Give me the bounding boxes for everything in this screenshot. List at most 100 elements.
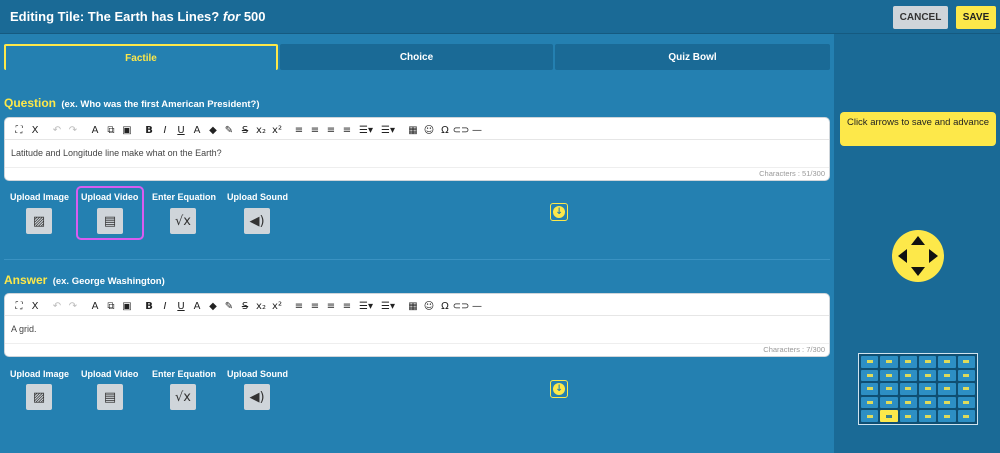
copy-icon[interactable]: ⧉ <box>103 123 119 137</box>
answer-upload-video[interactable]: Upload Video <box>81 369 138 379</box>
grid-tile[interactable] <box>957 410 975 422</box>
grid-tile[interactable] <box>899 356 917 368</box>
align-center-icon[interactable]: ≡ <box>307 299 323 313</box>
question-editor[interactable]: ⛶ Ⅹ ↶ ↷ A ⧉ ▣ B I U A ◆ ✎ S x₂ x² ≡ ≡ ≡ … <box>4 117 830 181</box>
underline-icon[interactable]: U <box>173 123 189 137</box>
superscript-icon[interactable]: x² <box>269 299 285 313</box>
bold-icon[interactable]: B <box>141 123 157 137</box>
spellcheck-icon[interactable]: A <box>87 123 103 137</box>
link-icon[interactable]: ⊂⊃ <box>453 299 470 313</box>
tab-choice[interactable]: Choice <box>280 44 553 70</box>
grid-tile-active[interactable] <box>880 410 898 422</box>
grid-tile[interactable] <box>919 369 937 382</box>
paste-icon[interactable]: ▣ <box>119 123 135 137</box>
grid-tile[interactable] <box>861 410 879 422</box>
table-icon[interactable]: ▦ <box>405 123 421 137</box>
answer-collapse-button[interactable]: ↓ <box>550 380 568 398</box>
clear-format-icon[interactable]: Ⅹ <box>27 299 43 313</box>
align-center-icon[interactable]: ≡ <box>307 123 323 137</box>
grid-tile[interactable] <box>919 410 937 422</box>
spellcheck-icon[interactable]: A <box>87 299 103 313</box>
special-char-icon[interactable]: Ω <box>437 299 453 313</box>
horizontal-rule-icon[interactable]: — <box>469 123 485 137</box>
superscript-icon[interactable]: x² <box>269 123 285 137</box>
clear-format-icon[interactable]: Ⅹ <box>27 123 43 137</box>
italic-icon[interactable]: I <box>157 299 173 313</box>
undo-icon[interactable]: ↶ <box>49 123 65 137</box>
horizontal-rule-icon[interactable]: — <box>469 299 485 313</box>
video-icon[interactable]: ▤ <box>97 384 123 410</box>
grid-tile[interactable] <box>919 356 937 368</box>
tab-factile[interactable]: Factile <box>4 44 278 70</box>
grid-tile[interactable] <box>899 369 917 382</box>
answer-text[interactable]: A grid. <box>11 324 37 334</box>
grid-tile[interactable] <box>861 396 879 409</box>
sound-icon[interactable]: ◀) <box>244 208 270 234</box>
subscript-icon[interactable]: x₂ <box>253 123 269 137</box>
numbered-list-icon[interactable]: ☰▾ <box>355 299 377 313</box>
italic-icon[interactable]: I <box>157 123 173 137</box>
tab-quiz-bowl[interactable]: Quiz Bowl <box>555 44 830 70</box>
arrow-down-icon[interactable] <box>911 267 925 276</box>
subscript-icon[interactable]: x₂ <box>253 299 269 313</box>
align-justify-icon[interactable]: ≡ <box>339 299 355 313</box>
bullet-list-icon[interactable]: ☰▾ <box>377 299 399 313</box>
grid-tile[interactable] <box>880 356 898 368</box>
emoji-icon[interactable]: ☺ <box>421 299 437 313</box>
save-button[interactable]: SAVE <box>956 6 996 29</box>
bullet-list-icon[interactable]: ☰▾ <box>377 123 399 137</box>
grid-tile[interactable] <box>899 410 917 422</box>
grid-tile[interactable] <box>957 383 975 395</box>
fill-color-icon[interactable]: ◆ <box>205 299 221 313</box>
redo-icon[interactable]: ↷ <box>65 299 81 313</box>
numbered-list-icon[interactable]: ☰▾ <box>355 123 377 137</box>
answer-editor[interactable]: ⛶ Ⅹ ↶ ↷ A ⧉ ▣ B I U A ◆ ✎ S x₂ x² ≡ ≡ ≡ … <box>4 293 830 357</box>
grid-tile[interactable] <box>861 369 879 382</box>
grid-tile[interactable] <box>938 369 956 382</box>
undo-icon[interactable]: ↶ <box>49 299 65 313</box>
align-left-icon[interactable]: ≡ <box>291 123 307 137</box>
font-color-icon[interactable]: A <box>189 299 205 313</box>
grid-tile[interactable] <box>880 369 898 382</box>
question-text[interactable]: Latitude and Longitude line make what on… <box>11 148 222 158</box>
strikethrough-icon[interactable]: S <box>237 299 253 313</box>
align-right-icon[interactable]: ≡ <box>323 123 339 137</box>
image-icon[interactable]: ▨ <box>26 384 52 410</box>
grid-tile[interactable] <box>880 383 898 395</box>
align-justify-icon[interactable]: ≡ <box>339 123 355 137</box>
bold-icon[interactable]: B <box>141 299 157 313</box>
image-icon[interactable]: ▨ <box>26 208 52 234</box>
equation-icon[interactable]: √x <box>170 208 196 234</box>
paste-icon[interactable]: ▣ <box>119 299 135 313</box>
emoji-icon[interactable]: ☺ <box>421 123 437 137</box>
sound-icon[interactable]: ◀) <box>244 384 270 410</box>
question-enter-equation[interactable]: Enter Equation <box>152 192 216 202</box>
grid-tile[interactable] <box>861 356 879 368</box>
question-upload-sound[interactable]: Upload Sound <box>227 192 288 202</box>
grid-tile[interactable] <box>938 410 956 422</box>
grid-tile[interactable] <box>880 396 898 409</box>
grid-tile[interactable] <box>938 396 956 409</box>
underline-icon[interactable]: U <box>173 299 189 313</box>
cancel-button[interactable]: CANCEL <box>893 6 948 29</box>
grid-tile[interactable] <box>899 383 917 395</box>
link-icon[interactable]: ⊂⊃ <box>453 123 470 137</box>
grid-tile[interactable] <box>957 396 975 409</box>
grid-tile[interactable] <box>919 396 937 409</box>
grid-tile[interactable] <box>861 383 879 395</box>
answer-enter-equation[interactable]: Enter Equation <box>152 369 216 379</box>
question-upload-image[interactable]: Upload Image <box>10 192 69 202</box>
font-color-icon[interactable]: A <box>189 123 205 137</box>
arrow-right-icon[interactable] <box>929 249 938 263</box>
equation-icon[interactable]: √x <box>170 384 196 410</box>
align-right-icon[interactable]: ≡ <box>323 299 339 313</box>
highlight-icon[interactable]: ✎ <box>221 299 237 313</box>
special-char-icon[interactable]: Ω <box>437 123 453 137</box>
grid-tile[interactable] <box>957 369 975 382</box>
arrow-up-icon[interactable] <box>911 236 925 245</box>
grid-tile[interactable] <box>919 383 937 395</box>
grid-tile[interactable] <box>938 383 956 395</box>
align-left-icon[interactable]: ≡ <box>291 299 307 313</box>
highlight-icon[interactable]: ✎ <box>221 123 237 137</box>
redo-icon[interactable]: ↷ <box>65 123 81 137</box>
